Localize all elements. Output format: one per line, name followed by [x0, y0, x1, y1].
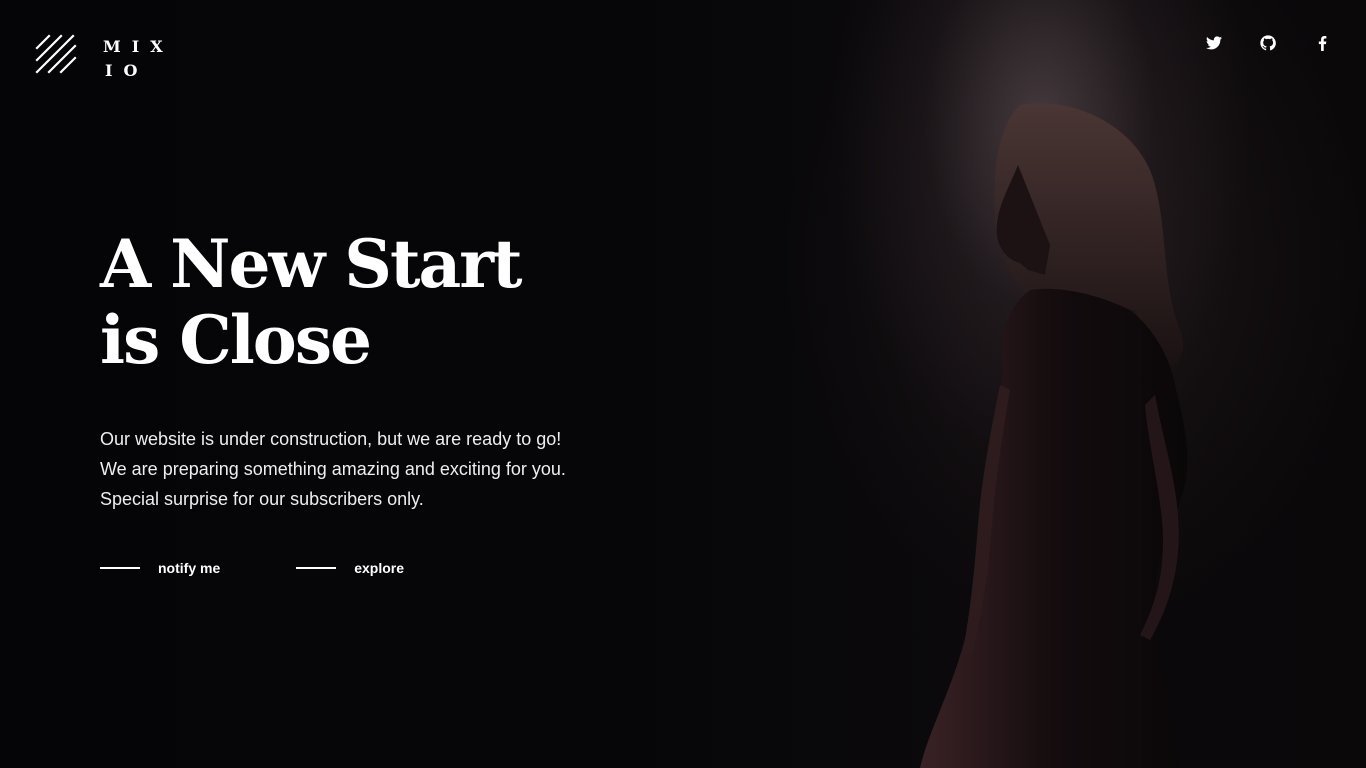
brand-wordmark: MIX IO — [103, 35, 174, 83]
cta-line-decoration — [100, 567, 140, 569]
notify-me-button[interactable]: notify me — [100, 560, 220, 576]
twitter-icon — [1206, 36, 1222, 50]
notify-me-label: notify me — [158, 560, 221, 576]
facebook-icon — [1318, 35, 1326, 51]
hero-title-line-2: is Close — [100, 301, 372, 379]
facebook-link[interactable] — [1314, 34, 1330, 52]
social-links — [1206, 34, 1330, 52]
brand-logo[interactable]: MIX IO — [35, 34, 174, 83]
diagonal-stripes-icon — [35, 34, 77, 74]
cta-line-decoration — [296, 567, 337, 569]
hero-section: A New Start is Close Our website is unde… — [100, 226, 620, 576]
explore-button[interactable]: explore — [296, 560, 404, 576]
hero-title-line-1: A New Start — [100, 225, 522, 303]
hero-description: Our website is under construction, but w… — [100, 429, 566, 509]
github-icon — [1260, 35, 1276, 51]
landing-page: MIX IO A New Start is Close Our website … — [0, 0, 1366, 768]
hero-title: A New Start is Close — [100, 226, 620, 378]
github-link[interactable] — [1260, 34, 1276, 52]
twitter-link[interactable] — [1206, 34, 1222, 52]
logo-line-2: IO — [105, 61, 149, 80]
logo-line-1: MIX — [103, 37, 174, 56]
cta-row: notify me explore — [100, 560, 620, 576]
explore-label: explore — [354, 560, 405, 576]
woman-silhouette-image — [920, 103, 1188, 768]
